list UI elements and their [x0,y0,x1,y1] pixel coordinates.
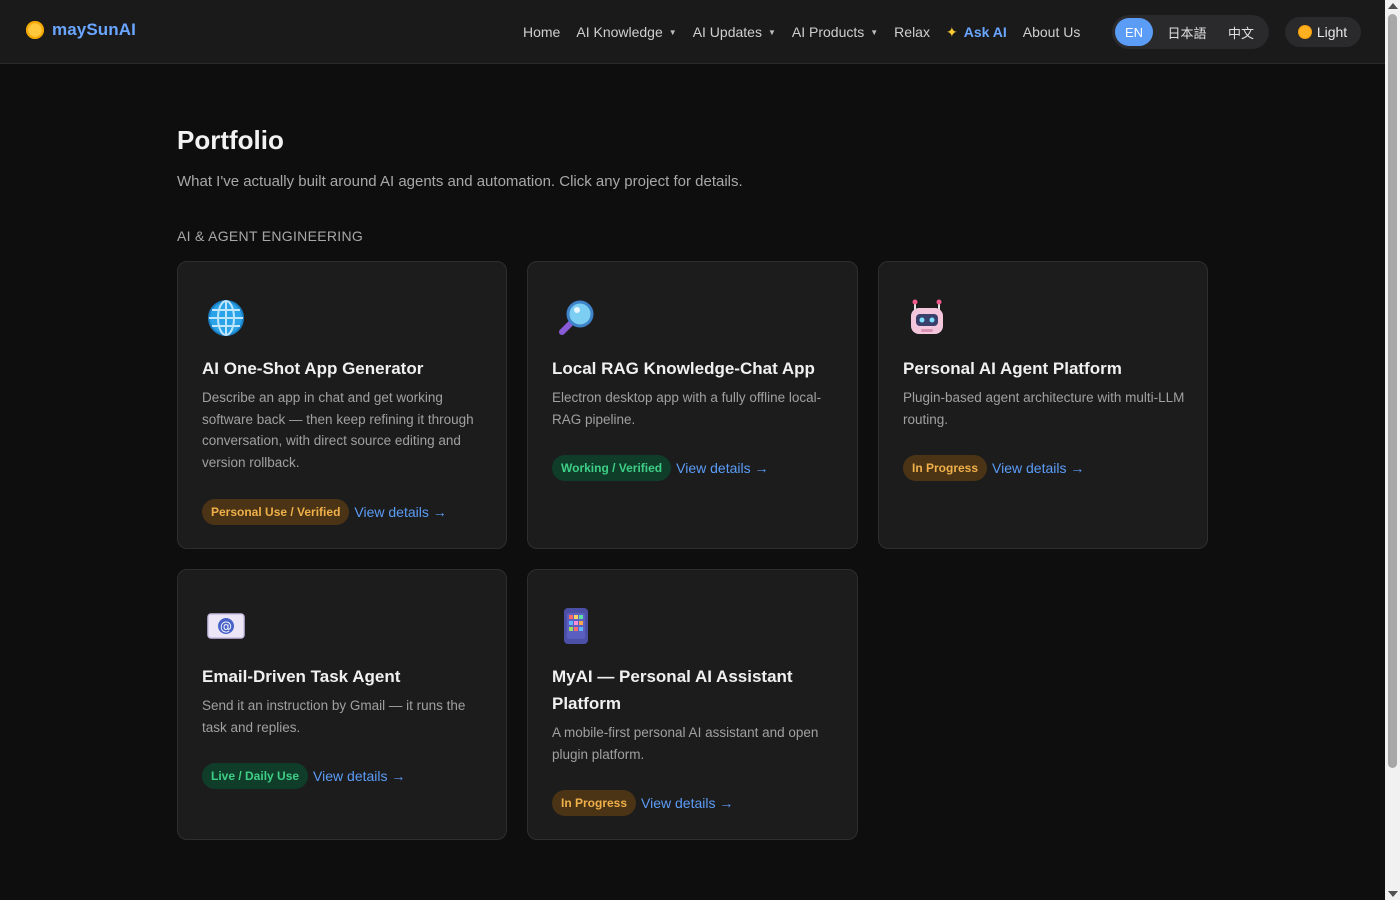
main-nav: Home AI Knowledge ▼ AI Updates ▼ AI Produc… [515,18,1088,46]
page-subtitle: What I've actually built around AI agent… [177,173,743,190]
language-switcher: EN 日本語 中文 [1112,15,1269,49]
nav-home[interactable]: Home [515,24,568,40]
phone-apps-icon [564,608,588,644]
card-title: MyAI — Personal AI Assistant Platform [552,667,793,713]
scroll-thumb[interactable] [1388,14,1397,768]
lang-en-button[interactable]: EN [1115,18,1153,46]
theme-toggle-button[interactable]: Light [1285,17,1361,47]
nav-about-us-label: About Us [1022,24,1081,40]
nav-about-us[interactable]: About Us [1015,24,1089,40]
scroll-up-icon[interactable] [1388,3,1398,9]
nav-ai-products-label: AI Products [791,24,865,40]
view-details-link[interactable]: View details → [641,795,733,811]
caret-down-icon: ▼ [668,27,677,37]
status-badge: In Progress [903,455,988,481]
card-description: Electron desktop app with a fully offlin… [552,390,822,427]
card-description: Describe an app in chat and get working … [202,390,474,471]
nav-relax[interactable]: Relax [886,24,938,40]
top-navbar: maySunAI Home AI Knowledge ▼ AI Updates ▼ … [0,0,1385,64]
status-badge: Live / Daily Use [202,763,309,789]
magnifier-icon [559,300,594,335]
project-card[interactable]: @ Email-Driven Task Agent Send it an ins… [177,569,507,840]
project-card[interactable]: Personal AI Agent Platform Plugin-based … [878,261,1208,549]
nav-ask-ai[interactable]: ✦ Ask AI [938,24,1015,41]
lang-ja-button[interactable]: 日本語 [1157,18,1217,46]
view-details-link[interactable]: View details → [313,768,405,784]
scroll-down-icon[interactable] [1388,891,1398,897]
nav-home-label: Home [523,24,561,40]
page-scrollbar[interactable] [1385,0,1400,900]
project-card[interactable]: AI One-Shot App Generator Describe an ap… [177,261,507,549]
card-description: Plugin-based agent architecture with mul… [903,390,1185,427]
view-details-link[interactable]: View details → [354,504,446,520]
nav-ai-products[interactable]: AI Products ▼ [784,24,886,40]
brand-logo[interactable]: maySunAI [26,20,136,40]
nav-ask-ai-label: Ask AI [963,24,1007,40]
project-card[interactable]: MyAI — Personal AI Assistant Platform A … [527,569,858,840]
section-label: AI & AGENT ENGINEERING [177,228,364,244]
sun-icon [26,21,44,39]
caret-down-icon: ▼ [870,27,879,37]
globe-icon [208,300,244,336]
status-badge: Personal Use / Verified [202,499,350,525]
theme-label: Light [1316,24,1348,40]
card-footer: Working / Verified View details → [552,455,768,481]
sparkle-icon: ✦ [945,23,958,40]
email-icon: @ [207,613,245,639]
status-badge: In Progress [552,790,637,816]
nav-ai-knowledge[interactable]: AI Knowledge ▼ [568,24,684,40]
nav-relax-label: Relax [894,24,930,40]
view-details-link[interactable]: View details → [676,460,768,476]
card-title: Email-Driven Task Agent [202,667,401,686]
nav-ai-updates-label: AI Updates [692,24,762,40]
robot-icon [911,299,943,334]
sun-icon [1298,26,1311,38]
card-footer: In Progress View details → [903,455,1084,481]
status-badge: Working / Verified [552,455,672,481]
caret-down-icon: ▼ [767,27,776,37]
brand-name: maySunAI [52,20,136,39]
svg-text:@: @ [220,620,232,634]
lang-zh-button[interactable]: 中文 [1217,18,1265,46]
card-title: Local RAG Knowledge-Chat App [552,359,815,378]
nav-ai-updates[interactable]: AI Updates ▼ [685,24,784,40]
card-title: AI One-Shot App Generator [202,359,424,378]
card-description: A mobile-first personal AI assistant and… [552,725,819,762]
card-footer: Live / Daily Use View details → [202,763,405,789]
card-description: Send it an instruction by Gmail — it run… [202,698,466,735]
project-card[interactable]: Local RAG Knowledge-Chat App Electron de… [527,261,858,549]
nav-ai-knowledge-label: AI Knowledge [576,24,663,40]
card-title: Personal AI Agent Platform [903,359,1122,378]
card-footer: In Progress View details → [552,790,733,816]
page-title: Portfolio [177,125,284,155]
card-footer: Personal Use / Verified View details → [202,499,447,525]
view-details-link[interactable]: View details → [992,460,1084,476]
